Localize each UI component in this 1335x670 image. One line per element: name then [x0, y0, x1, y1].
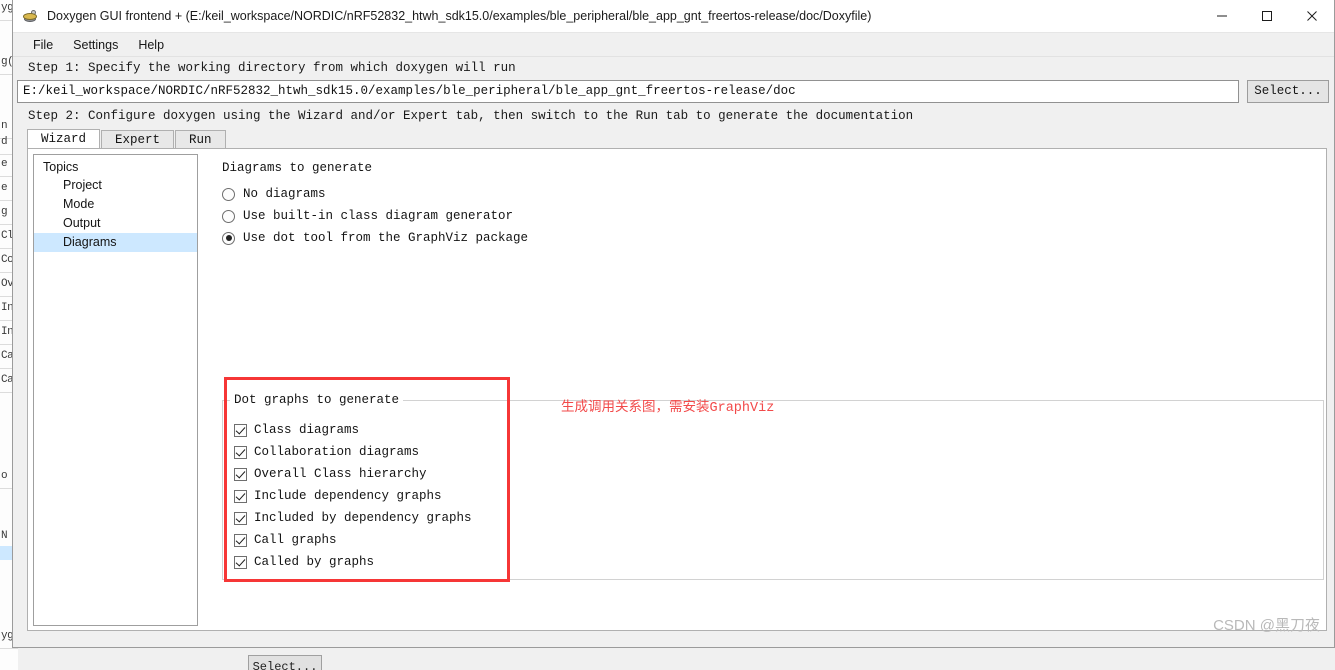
- checkbox-class-diagrams-icon[interactable]: [234, 423, 247, 437]
- checkbox-label-call-graphs: Call graphs: [254, 533, 337, 547]
- tab-wizard[interactable]: Wizard: [27, 129, 101, 149]
- checkbox-row-overall-class-hierarchy[interactable]: Overall Class hierarchy: [234, 463, 472, 485]
- radio-label-builtin-class-diagram: Use built-in class diagram generator: [243, 209, 514, 223]
- step2-label: Step 2: Configure doxygen using the Wiza…: [28, 109, 914, 123]
- radio-dot-tool-icon[interactable]: [222, 231, 235, 245]
- sidebar-item-project[interactable]: Project: [34, 176, 197, 195]
- working-directory-row: E:/keil_workspace/NORDIC/nRF52832_htwh_s…: [17, 80, 1330, 103]
- radio-row-builtin-class-diagram[interactable]: Use built-in class diagram generator: [214, 205, 1314, 227]
- screen: yg g(n d e e g Cl Co Ov In In Ca Ca o Nyg Select... Do…: [0, 0, 1335, 670]
- checkbox-label-collaboration-diagrams: Collaboration diagrams: [254, 445, 420, 459]
- tab-run[interactable]: Run: [175, 130, 226, 149]
- background-text-fragment: e: [1, 158, 8, 170]
- doxywizard-window: Doxygen GUI frontend + (E:/keil_workspac…: [12, 0, 1335, 648]
- menu-item-help[interactable]: Help: [129, 36, 173, 54]
- checkbox-row-call-graphs[interactable]: Call graphs: [234, 529, 472, 551]
- checkbox-row-collaboration-diagrams[interactable]: Collaboration diagrams: [234, 441, 472, 463]
- menu-item-file[interactable]: File: [24, 36, 62, 54]
- checkbox-row-include-dependency-graphs[interactable]: Include dependency graphs: [234, 485, 472, 507]
- radio-row-no-diagrams[interactable]: No diagrams: [214, 183, 1314, 205]
- title-bar[interactable]: Doxygen GUI frontend + (E:/keil_workspac…: [13, 0, 1334, 33]
- background-text-fragment: N: [1, 530, 8, 542]
- background-window-bottom[interactable]: [18, 648, 1335, 670]
- csdn-watermark: CSDN @黑刀夜: [1213, 617, 1320, 634]
- dot-graph-checkbox-list: Class diagrams Collaboration diagrams Ov…: [234, 419, 472, 573]
- checkbox-label-included-by-dependency-graphs: Included by dependency graphs: [254, 511, 472, 525]
- menu-item-settings[interactable]: Settings: [64, 36, 127, 54]
- checkbox-label-overall-class-hierarchy: Overall Class hierarchy: [254, 467, 427, 481]
- config-tabs: Wizard Expert Run: [27, 129, 227, 149]
- radio-label-no-diagrams: No diagrams: [243, 187, 326, 201]
- maximize-icon[interactable]: [1244, 0, 1289, 32]
- radio-builtin-class-diagram-icon[interactable]: [222, 209, 235, 223]
- checkbox-label-called-by-graphs: Called by graphs: [254, 555, 375, 569]
- wizard-content-panel: Topics Project Mode Output Diagrams Diag…: [27, 148, 1327, 631]
- annotation-note: 生成调用关系图，需安装GraphViz: [561, 395, 774, 416]
- sidebar-item-output[interactable]: Output: [34, 214, 197, 233]
- checkbox-row-included-by-dependency-graphs[interactable]: Included by dependency graphs: [234, 507, 472, 529]
- radio-label-dot-tool: Use dot tool from the GraphViz package: [243, 231, 529, 245]
- checkbox-overall-class-hierarchy-icon[interactable]: [234, 467, 247, 481]
- background-select-button[interactable]: Select...: [248, 655, 322, 670]
- close-icon[interactable]: [1289, 0, 1334, 32]
- background-text-fragment: g: [1, 206, 8, 218]
- minimize-icon[interactable]: [1199, 0, 1244, 32]
- diagrams-settings: Diagrams to generate No diagrams Use bui…: [214, 161, 1314, 249]
- checkbox-called-by-graphs-icon[interactable]: [234, 555, 247, 569]
- annotation-note-cn: 生成调用关系图，需安装: [561, 399, 710, 414]
- radio-row-dot-tool[interactable]: Use dot tool from the GraphViz package: [214, 227, 1314, 249]
- radio-no-diagrams-icon[interactable]: [222, 187, 235, 201]
- sidebar-item-mode[interactable]: Mode: [34, 195, 197, 214]
- diagrams-section-title: Diagrams to generate: [222, 161, 373, 175]
- background-text-fragment: n: [1, 120, 8, 132]
- background-text-fragment: d: [1, 136, 8, 148]
- select-directory-button[interactable]: Select...: [1247, 80, 1329, 103]
- checkbox-row-called-by-graphs[interactable]: Called by graphs: [234, 551, 472, 573]
- dot-graphs-groupbox-title: Dot graphs to generate: [230, 393, 404, 407]
- checkbox-label-include-dependency-graphs: Include dependency graphs: [254, 489, 442, 503]
- working-directory-input[interactable]: E:/keil_workspace/NORDIC/nRF52832_htwh_s…: [17, 80, 1239, 103]
- checkbox-call-graphs-icon[interactable]: [234, 533, 247, 547]
- annotation-note-en: GraphViz: [709, 401, 775, 416]
- topics-list: Topics Project Mode Output Diagrams: [33, 154, 198, 626]
- checkbox-collaboration-diagrams-icon[interactable]: [234, 445, 247, 459]
- checkbox-include-dependency-graphs-icon[interactable]: [234, 489, 247, 503]
- background-text-fragment: e: [1, 182, 8, 194]
- window-title: Doxygen GUI frontend + (E:/keil_workspac…: [47, 9, 872, 23]
- checkbox-included-by-dependency-graphs-icon[interactable]: [234, 511, 247, 525]
- checkbox-row-class-diagrams[interactable]: Class diagrams: [234, 419, 472, 441]
- doxygen-app-icon: [22, 8, 39, 25]
- step1-label: Step 1: Specify the working directory fr…: [28, 61, 516, 75]
- background-text-fragment: o: [1, 470, 8, 482]
- menu-bar: File Settings Help: [13, 33, 1334, 57]
- topics-header: Topics: [43, 160, 79, 174]
- checkbox-label-class-diagrams: Class diagrams: [254, 423, 360, 437]
- background-row-separator: [0, 648, 18, 649]
- sidebar-item-diagrams[interactable]: Diagrams: [34, 233, 197, 252]
- window-controls: [1199, 0, 1334, 32]
- tab-expert[interactable]: Expert: [101, 130, 175, 149]
